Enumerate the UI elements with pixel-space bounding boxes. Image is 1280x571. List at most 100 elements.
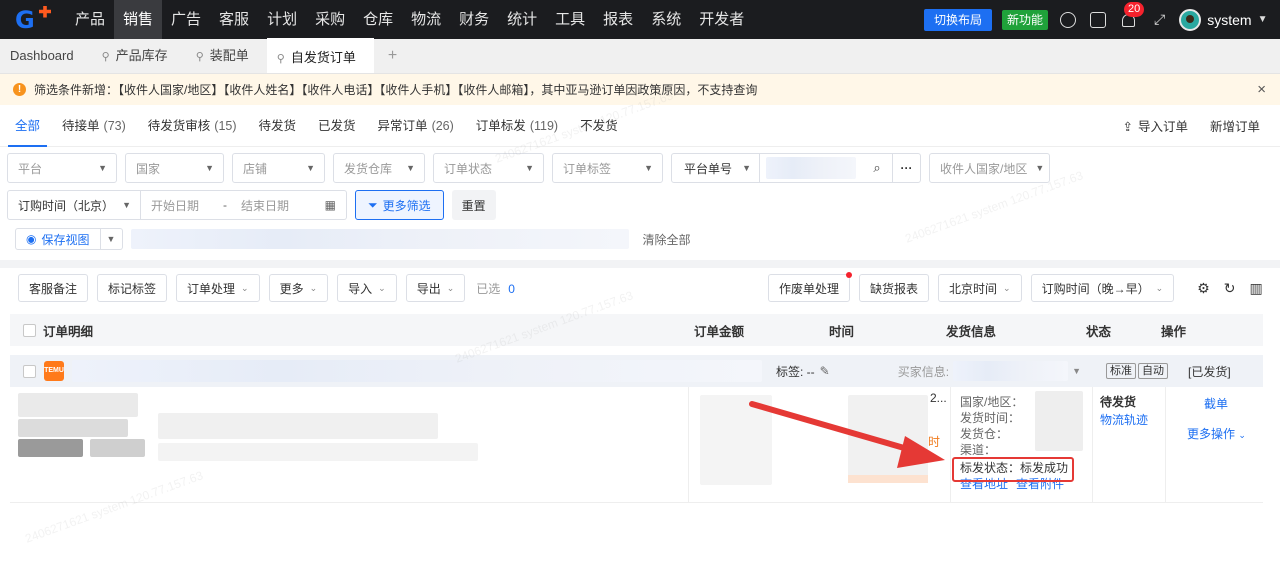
select-label: 店铺	[243, 161, 268, 176]
logo-icon: G	[15, 5, 51, 32]
chevron-down-icon[interactable]: ▼	[100, 228, 123, 250]
date-range-picker[interactable]: 开始日期 - 结束日期 ▦	[141, 190, 347, 220]
toolbar-button-label: 更多	[279, 281, 304, 296]
tracking-link[interactable]: 物流轨迹	[1100, 411, 1148, 428]
order-tag-select[interactable]: 订单标签 ▼	[552, 153, 663, 183]
nav-item-6[interactable]: 仓库	[354, 0, 402, 39]
clear-all-button[interactable]: 清除全部	[643, 231, 691, 248]
nav-item-7[interactable]: 物流	[402, 0, 450, 39]
help-icon[interactable]	[1060, 11, 1077, 28]
task-icon[interactable]	[1090, 11, 1107, 28]
nav-item-9[interactable]: 统计	[498, 0, 546, 39]
status-tab-5[interactable]: 异常订单 (26)	[371, 105, 461, 147]
more-operations-dropdown[interactable]: 更多操作 ⌄	[1187, 425, 1246, 442]
toolbar-button-4[interactable]: 导入 ⌄	[337, 274, 397, 302]
status-tab-3[interactable]: 待发货	[252, 105, 304, 147]
toolbar-button-label: 订购时间（晚→早）	[1041, 281, 1150, 296]
more-options-icon[interactable]: ···	[892, 154, 920, 182]
nav-item-2[interactable]: 广告	[162, 0, 210, 39]
nav-item-3[interactable]: 客服	[210, 0, 258, 39]
select-all-checkbox[interactable]	[23, 323, 36, 337]
col-time: 时间	[829, 324, 855, 339]
page-tab-3[interactable]: ⚲ 自发货订单	[266, 38, 374, 73]
nav-item-12[interactable]: 系统	[642, 0, 690, 39]
settings-icon[interactable]: ⚙	[1197, 280, 1210, 297]
time-type-select[interactable]: 订购时间（北京） ▼	[7, 190, 141, 220]
toolbar-button-1[interactable]: 标记标签	[97, 274, 168, 302]
reset-button[interactable]: 重置	[451, 190, 496, 220]
avatar[interactable]	[1179, 8, 1202, 31]
country-select[interactable]: 国家 ▼	[125, 153, 224, 183]
order-status-select[interactable]: 订单状态 ▼	[433, 153, 544, 183]
pin-icon[interactable]: ⚲	[102, 51, 110, 63]
toolbar-button-0[interactable]: 客服备注	[18, 274, 89, 302]
toolbar-right-button-2[interactable]: 北京时间 ⌄	[938, 274, 1022, 302]
search-icon[interactable]: ⌕	[862, 154, 892, 182]
status-tab-0[interactable]: 全部	[8, 105, 48, 147]
toolbar-right-button-0[interactable]: 作废单处理	[768, 272, 853, 302]
status-tab-label: 订单标发	[475, 119, 526, 133]
chevron-down-icon[interactable]: ▼	[1072, 366, 1081, 376]
chevron-down-icon: ▼	[205, 163, 214, 173]
start-date-input[interactable]: 开始日期	[151, 197, 199, 214]
toolbar-button-label: 缺货报表	[870, 281, 919, 296]
page-tab-2[interactable]: ⚲ 装配单	[186, 38, 267, 73]
toolbar-right-button-1[interactable]: 缺货报表	[859, 274, 930, 302]
fullscreen-icon[interactable]: ⤢	[1154, 11, 1165, 28]
chevron-down-icon: ⌄	[1155, 282, 1164, 293]
status-tab-label: 全部	[15, 119, 41, 133]
nav-item-10[interactable]: 工具	[546, 0, 594, 39]
create-order-button[interactable]: 新增订单	[1210, 116, 1260, 135]
nav-item-0[interactable]: 产品	[66, 0, 114, 39]
page-tab-1[interactable]: ⚲ 产品库存	[92, 38, 186, 73]
toolbar-button-3[interactable]: 更多 ⌄	[268, 274, 329, 302]
row-checkbox[interactable]	[23, 364, 36, 378]
nav-item-1[interactable]: 销售	[114, 0, 163, 39]
nav-item-4[interactable]: 计划	[258, 0, 306, 39]
page-tab-0[interactable]: Dashboard	[0, 38, 92, 73]
search-input[interactable]	[760, 154, 862, 182]
pin-icon[interactable]: ⚲	[277, 53, 285, 65]
refresh-icon[interactable]: ↻	[1224, 280, 1236, 297]
save-view-button[interactable]: ◉ 保存视图	[15, 228, 101, 250]
username[interactable]: system	[1207, 12, 1251, 28]
chevron-down-icon[interactable]: ▼	[1258, 14, 1268, 25]
selected-count: 已选 0	[476, 280, 515, 297]
end-date-input[interactable]: 结束日期	[241, 197, 289, 214]
columns-icon[interactable]: ▥	[1249, 280, 1262, 297]
store-select[interactable]: 店铺 ▼	[232, 153, 325, 183]
status-tab-1[interactable]: 待接单 (73)	[55, 105, 133, 147]
nav-item-5[interactable]: 采购	[306, 0, 354, 39]
toolbar-right-button-3[interactable]: 订购时间（晚→早） ⌄	[1030, 274, 1175, 302]
add-tab-button[interactable]: +	[374, 38, 411, 73]
eye-icon: ◉	[26, 232, 37, 246]
cut-order-button[interactable]: 截单	[1204, 395, 1228, 412]
search-type-select[interactable]: 平台单号 ▼	[672, 154, 760, 182]
status-tab-count: (15)	[214, 119, 237, 133]
app-logo[interactable]: G	[0, 0, 66, 39]
import-orders-button[interactable]: ⇪ 导入订单	[1122, 116, 1188, 135]
recipient-country-select[interactable]: 收件人国家/地区 ▼	[929, 153, 1050, 183]
status-tab-2[interactable]: 待发货审核 (15)	[141, 105, 244, 147]
status-tab-label: 已发货	[318, 119, 356, 133]
pin-icon[interactable]: ⚲	[196, 51, 204, 63]
platform-select[interactable]: 平台 ▼	[7, 153, 117, 183]
close-icon[interactable]: ×	[1257, 81, 1266, 98]
new-feature-badge[interactable]: 新功能	[1002, 9, 1049, 30]
warehouse-select[interactable]: 发货仓库 ▼	[333, 153, 425, 183]
switch-layout-button[interactable]: 切换布局	[924, 8, 993, 31]
chevron-down-icon: ⌄	[1003, 282, 1011, 293]
nav-item-13[interactable]: 开发者	[690, 0, 753, 39]
status-tab-6[interactable]: 订单标发 (119)	[469, 105, 565, 147]
edit-icon[interactable]: ✎	[820, 364, 830, 378]
status-tab-count: (26)	[431, 119, 454, 133]
status-tab-7[interactable]: 不发货	[573, 105, 625, 147]
more-filters-button[interactable]: ⏷ 更多筛选	[355, 190, 444, 220]
nav-item-8[interactable]: 财务	[450, 0, 498, 39]
chevron-down-icon: ⌄	[241, 282, 249, 293]
bell-icon[interactable]: 20	[1120, 1, 1145, 28]
toolbar-button-2[interactable]: 订单处理 ⌄	[176, 274, 260, 302]
nav-item-11[interactable]: 报表	[594, 0, 642, 39]
toolbar-button-5[interactable]: 导出 ⌄	[405, 274, 466, 302]
status-tab-4[interactable]: 已发货	[311, 105, 363, 147]
